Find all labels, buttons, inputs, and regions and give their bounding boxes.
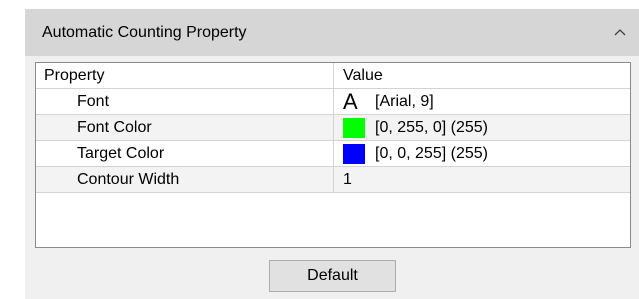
target-color-value-text: [0, 0, 255] (255) — [375, 145, 488, 162]
target-color-swatch — [343, 144, 365, 164]
column-header-property[interactable]: Property — [36, 63, 334, 88]
column-header-value[interactable]: Value — [334, 63, 630, 88]
grid-empty-area — [36, 195, 630, 247]
panel-title: Automatic Counting Property — [42, 24, 247, 41]
property-value-font[interactable]: A [Arial, 9] — [334, 89, 630, 114]
property-name-font: Font — [36, 89, 334, 114]
grid-header-row: Property Value — [36, 63, 630, 89]
font-A-icon: A — [343, 89, 358, 114]
default-button[interactable]: Default — [269, 260, 396, 292]
property-grid[interactable]: Property Value Font A [Arial, 9] Font Col… — [35, 62, 631, 248]
font-value-text: [Arial, 9] — [375, 93, 434, 110]
property-name-font-color: Font Color — [36, 115, 334, 140]
property-name-contour-width: Contour Width — [36, 167, 334, 192]
property-name-target-color: Target Color — [36, 141, 334, 166]
property-value-contour-width[interactable]: 1 — [334, 167, 630, 192]
property-value-font-color[interactable]: [0, 255, 0] (255) — [334, 115, 630, 140]
grid-row-font-color[interactable]: Font Color [0, 255, 0] (255) — [36, 115, 630, 141]
grid-row-font[interactable]: Font A [Arial, 9] — [36, 89, 630, 115]
font-color-value-text: [0, 255, 0] (255) — [375, 119, 488, 136]
grid-row-target-color[interactable]: Target Color [0, 0, 255] (255) — [36, 141, 630, 167]
grid-row-contour-width[interactable]: Contour Width 1 — [36, 167, 630, 193]
automatic-counting-property-panel: Automatic Counting Property Property Val… — [25, 9, 639, 299]
font-color-swatch — [343, 118, 365, 138]
collapse-button[interactable] — [607, 19, 633, 45]
property-value-target-color[interactable]: [0, 0, 255] (255) — [334, 141, 630, 166]
chevron-up-icon — [614, 29, 626, 36]
panel-header[interactable]: Automatic Counting Property — [25, 9, 639, 56]
